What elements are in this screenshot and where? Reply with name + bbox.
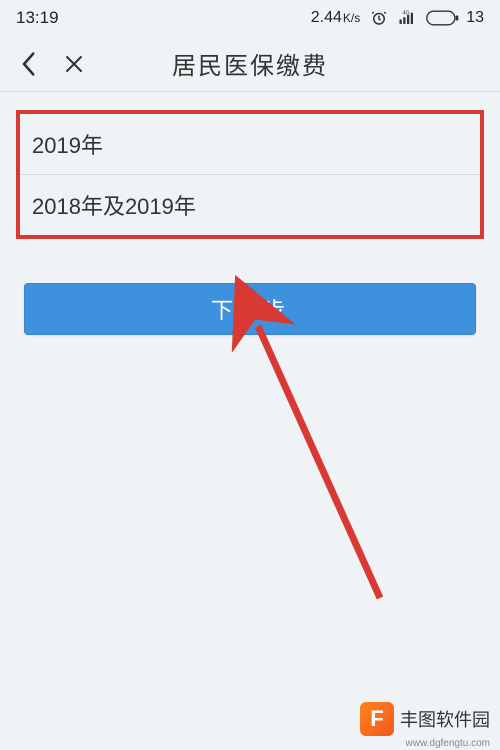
data-rate: 2.44 K/s [311,9,360,27]
close-button[interactable] [60,50,88,78]
status-bar: 13:19 2.44 K/s 4G 13 [0,0,500,36]
watermark-url: www.dgfengtu.com [406,738,491,749]
data-rate-value: 2.44 [311,9,342,27]
svg-text:4G: 4G [403,10,410,16]
watermark-logo: F [360,702,394,736]
watermark-text: 丰图软件园 [400,706,490,732]
nav-bar: 居民医保缴费 [0,36,500,92]
option-label: 2018年及2019年 [32,194,196,219]
option-2019[interactable]: 2019年 [20,114,480,175]
option-2018-2019[interactable]: 2018年及2019年 [20,175,480,235]
alarm-icon [370,9,388,27]
battery-icon [426,10,460,26]
battery-percent: 13 [466,9,484,27]
page-title: 居民医保缴费 [172,53,328,80]
status-indicators: 2.44 K/s 4G 13 [311,9,484,27]
data-rate-unit: K/s [343,11,360,25]
next-button[interactable]: 下一步 [24,283,476,335]
back-button[interactable] [14,50,42,78]
watermark: F 丰图软件园 [360,702,490,736]
status-time: 13:19 [16,8,59,28]
watermark-logo-letter: F [370,706,383,732]
year-options-group: 2019年 2018年及2019年 [16,110,484,239]
option-label: 2019年 [32,133,103,158]
next-button-label: 下一步 [211,293,289,325]
signal-icon: 4G [398,9,416,27]
